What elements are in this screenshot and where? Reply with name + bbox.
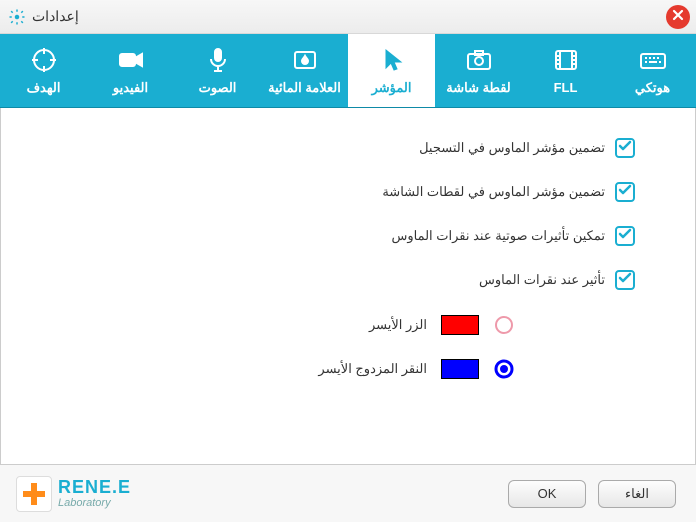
tab-watermark[interactable]: العلامة المائية xyxy=(261,34,348,107)
tab-hotkey[interactable]: هوتكي xyxy=(609,34,696,107)
tab-target[interactable]: الهدف xyxy=(0,34,87,107)
tab-label: FLL xyxy=(554,80,578,95)
cursor-icon xyxy=(378,46,406,74)
option-effect-on-click: تأثير عند نقرات الماوس xyxy=(41,270,635,290)
cancel-button[interactable]: الغاء xyxy=(598,480,676,508)
brand-subtitle: Laboratory xyxy=(58,498,131,509)
tab-label: الصوت xyxy=(199,80,237,96)
title-bar: إعدادات xyxy=(0,0,696,34)
checkbox-label: تضمين مؤشر الماوس في لقطات الشاشة xyxy=(382,184,605,200)
check-icon xyxy=(618,271,632,290)
close-icon xyxy=(672,8,684,26)
checkbox-effect-on-click[interactable] xyxy=(615,270,635,290)
tab-label: الهدف xyxy=(27,80,61,96)
target-icon xyxy=(30,46,58,74)
camera-icon xyxy=(465,46,493,74)
cursor-settings-pane: تضمين مؤشر الماوس في التسجيل تضمين مؤشر … xyxy=(0,108,696,464)
keyboard-icon xyxy=(639,46,667,74)
logo-plus-icon xyxy=(16,476,52,512)
checkbox-enable-sound-click[interactable] xyxy=(615,226,635,246)
checkbox-include-cursor-recording[interactable] xyxy=(615,138,635,158)
tab-cursor[interactable]: المؤشر xyxy=(348,34,435,107)
left-button-color-label: الزر الأيسر xyxy=(369,317,427,333)
tab-audio[interactable]: الصوت xyxy=(174,34,261,107)
watermark-icon xyxy=(291,46,319,74)
tab-fll[interactable]: FLL xyxy=(522,34,609,107)
click-color-section: الزر الأيسر النقر المزدوج الأيسر xyxy=(41,314,635,380)
video-icon xyxy=(117,46,145,74)
tab-label: هوتكي xyxy=(635,80,670,96)
checkbox-include-cursor-screenshot[interactable] xyxy=(615,182,635,202)
checkbox-label: تمكين تأثيرات صوتية عند نقرات الماوس xyxy=(391,228,605,244)
tab-bar: الهدف الفيديو الصوت العلامة المائية المؤ… xyxy=(0,34,696,108)
tab-screenshot[interactable]: لقطة شاشة xyxy=(435,34,522,107)
brand-name: RENE.E xyxy=(58,478,131,496)
checkbox-label: تضمين مؤشر الماوس في التسجيل xyxy=(419,140,605,156)
film-icon xyxy=(552,46,580,74)
ok-button[interactable]: OK xyxy=(508,480,586,508)
left-button-color-row: الزر الأيسر xyxy=(41,314,515,336)
radio-double-click[interactable] xyxy=(493,358,515,380)
tab-label: المؤشر xyxy=(372,80,412,96)
radio-left-button[interactable] xyxy=(493,314,515,336)
tab-video[interactable]: الفيديو xyxy=(87,34,174,107)
option-include-cursor-screenshot: تضمين مؤشر الماوس في لقطات الشاشة xyxy=(41,182,635,202)
double-click-color-label: النقر المزدوج الأيسر xyxy=(318,361,427,377)
microphone-icon xyxy=(204,46,232,74)
double-click-color-swatch[interactable] xyxy=(441,359,479,379)
check-icon xyxy=(618,139,632,158)
checkbox-label: تأثير عند نقرات الماوس xyxy=(479,272,605,288)
check-icon xyxy=(618,183,632,202)
tab-label: لقطة شاشة xyxy=(446,80,511,96)
double-click-color-row: النقر المزدوج الأيسر xyxy=(41,358,515,380)
tab-label: العلامة المائية xyxy=(268,80,341,96)
tab-label: الفيديو xyxy=(113,80,148,96)
brand-logo: RENE.E Laboratory xyxy=(16,476,131,512)
close-button[interactable] xyxy=(666,5,690,29)
settings-gear-icon xyxy=(8,8,26,26)
footer: RENE.E Laboratory OK الغاء xyxy=(0,464,696,522)
option-enable-sound-click: تمكين تأثيرات صوتية عند نقرات الماوس xyxy=(41,226,635,246)
window-title: إعدادات xyxy=(32,8,79,25)
option-include-cursor-recording: تضمين مؤشر الماوس في التسجيل xyxy=(41,138,635,158)
left-button-color-swatch[interactable] xyxy=(441,315,479,335)
check-icon xyxy=(618,227,632,246)
